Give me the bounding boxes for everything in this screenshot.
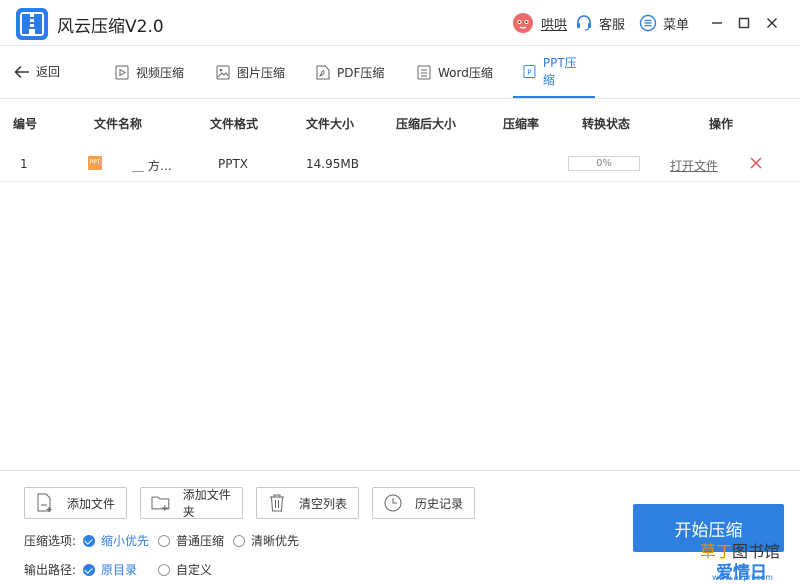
bottom-panel: 添加文件 添加文件夹 清空列表 历史记录 压缩选项: 缩小优先 普通压缩 清晰优… <box>0 470 800 584</box>
title-bar: 风云压缩V2.0 哄哄 客服 菜单 <box>0 0 800 46</box>
app-logo-icon <box>16 8 48 40</box>
header-status: 转换状态 <box>582 117 631 131</box>
add-file-icon <box>37 493 52 512</box>
tab-word[interactable]: Word压缩 <box>407 46 503 98</box>
headset-icon <box>577 15 591 31</box>
row-file-format: PPTX <box>218 157 249 171</box>
ppt-file-icon: PPT <box>88 156 102 170</box>
add-file-button[interactable]: 添加文件 <box>24 487 127 519</box>
tab-ppt-label: PPT压缩 <box>542 56 577 87</box>
radio-dot <box>158 534 170 547</box>
svg-text:P: P <box>527 67 532 76</box>
watermark-line3: www.aiqiri.com <box>712 573 774 582</box>
back-button[interactable]: 返回 <box>14 63 60 80</box>
header-compressed-size: 压缩后大小 <box>396 117 457 131</box>
trash-icon <box>270 494 284 512</box>
close-icon <box>767 18 777 28</box>
delete-icon[interactable] <box>749 156 763 170</box>
video-file-icon <box>115 65 129 79</box>
radio-custom-dir[interactable]: 自定义 <box>158 561 212 578</box>
radio-clarity-first[interactable]: 清晰优先 <box>233 532 299 549</box>
pdf-file-icon <box>316 65 330 79</box>
image-file-icon <box>216 65 230 79</box>
add-file-label: 添加文件 <box>67 496 116 511</box>
radio-dot <box>158 563 170 576</box>
radio-smaller-first-label: 缩小优先 <box>101 534 150 548</box>
menu-icon <box>639 14 657 32</box>
radio-custom-dir-label: 自定义 <box>176 563 213 577</box>
history-label: 历史记录 <box>415 496 464 511</box>
open-file-link[interactable]: 打开文件 <box>670 157 718 174</box>
tab-video-label: 视频压缩 <box>136 65 185 80</box>
row-file-name: ＿ 方… <box>132 159 172 173</box>
clear-list-button[interactable]: 清空列表 <box>256 487 359 519</box>
menu-label: 菜单 <box>663 17 690 33</box>
radio-normal-label: 普通压缩 <box>176 534 225 548</box>
radio-dot <box>233 534 245 547</box>
close-button[interactable] <box>761 12 783 34</box>
clear-list-label: 清空列表 <box>299 496 348 511</box>
table-row: 1 PPT ＿ 方… PPTX 14.95MB 0% 打开文件 <box>0 145 800 182</box>
progress-bar: 0% <box>568 156 640 171</box>
header-ratio: 压缩率 <box>503 117 540 131</box>
minimize-icon <box>712 22 722 24</box>
tab-ppt[interactable]: P PPT压缩 <box>513 46 595 98</box>
progress-text: 0% <box>596 158 612 169</box>
tab-word-label: Word压缩 <box>438 65 493 80</box>
header-file-format: 文件格式 <box>210 117 259 131</box>
app-title: 风云压缩V2.0 <box>57 17 164 37</box>
arrow-left-icon <box>14 65 29 78</box>
maximize-icon <box>738 17 750 29</box>
add-folder-icon <box>151 496 170 511</box>
compress-options-label: 压缩选项: <box>24 534 77 548</box>
header-file-name: 文件名称 <box>94 117 143 131</box>
user-name[interactable]: 哄哄 <box>541 14 567 33</box>
customer-service-label: 客服 <box>599 17 626 33</box>
header-action: 操作 <box>709 117 734 131</box>
output-path-label: 输出路径: <box>24 563 77 577</box>
header-file-size: 文件大小 <box>306 117 355 131</box>
customer-service-button[interactable]: 客服 <box>575 13 625 33</box>
maximize-button[interactable] <box>733 12 755 34</box>
history-button[interactable]: 历史记录 <box>372 487 475 519</box>
menu-button[interactable]: 菜单 <box>639 13 689 33</box>
clock-icon <box>384 494 402 512</box>
avatar <box>513 13 533 33</box>
radio-original-dir-label: 原目录 <box>101 563 138 577</box>
row-index: 1 <box>20 157 28 171</box>
header-index: 编号 <box>13 117 38 131</box>
tab-pdf[interactable]: PDF压缩 <box>306 46 394 98</box>
table-header: 编号 文件名称 文件格式 文件大小 压缩后大小 压缩率 转换状态 操作 <box>0 99 800 145</box>
add-folder-label: 添加文件夹 <box>182 488 231 519</box>
radio-dot <box>83 563 95 576</box>
radio-dot <box>83 534 95 547</box>
row-file-size: 14.95MB <box>306 157 359 171</box>
tab-video[interactable]: 视频压缩 <box>105 46 194 98</box>
radio-smaller-first[interactable]: 缩小优先 <box>83 532 149 549</box>
user-account[interactable]: 哄哄 <box>512 12 567 34</box>
watermark: 草丁图书馆 爱情日 www.aiqiri.com <box>698 536 798 583</box>
tab-pdf-label: PDF压缩 <box>337 65 385 80</box>
radio-original-dir[interactable]: 原目录 <box>83 561 137 578</box>
radio-normal[interactable]: 普通压缩 <box>158 532 224 549</box>
tab-bar: 返回 视频压缩 图片压缩 PDF压缩 Word压缩 P PPT压缩 <box>0 46 800 99</box>
ppt-file-icon: P <box>523 64 536 78</box>
back-label: 返回 <box>36 65 61 79</box>
radio-clarity-first-label: 清晰优先 <box>251 534 300 548</box>
minimize-button[interactable] <box>706 12 728 34</box>
tab-image-label: 图片压缩 <box>237 65 286 80</box>
add-folder-button[interactable]: 添加文件夹 <box>140 487 243 519</box>
tab-image[interactable]: 图片压缩 <box>206 46 295 98</box>
word-file-icon <box>417 65 431 79</box>
